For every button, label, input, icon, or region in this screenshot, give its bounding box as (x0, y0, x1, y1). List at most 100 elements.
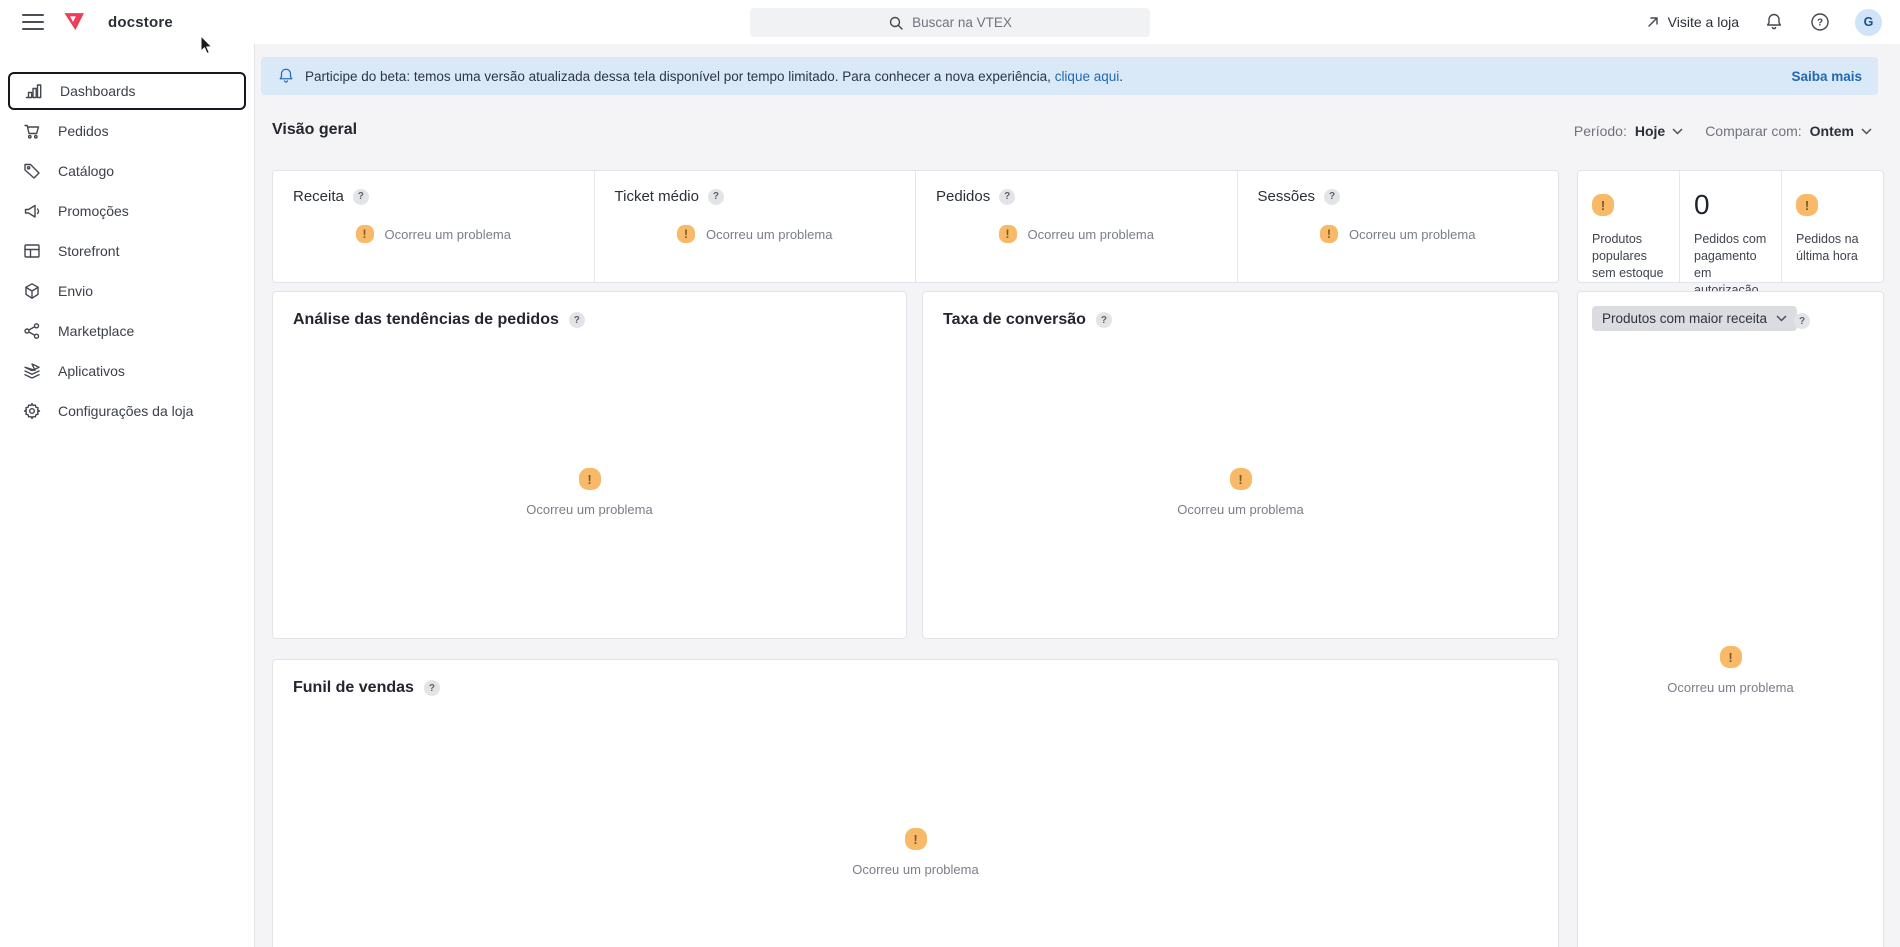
orders-trend-card: Análise das tendências de pedidos ? ! Oc… (272, 291, 907, 639)
store-name: docstore (108, 14, 173, 31)
cart-icon (22, 121, 42, 141)
user-avatar[interactable]: G (1855, 9, 1882, 36)
banner-message: Participe do beta: temos uma versão atua… (305, 69, 1123, 84)
arrow-up-right-icon (1646, 15, 1660, 29)
chart-title: Análise das tendências de pedidos (293, 311, 559, 329)
sidebar-item-label: Envio (58, 283, 93, 299)
layers-icon (22, 361, 42, 381)
page-title: Visão geral (272, 121, 357, 139)
warning-icon: ! (1592, 194, 1614, 216)
chart-error-state: ! Ocorreu um problema (923, 468, 1558, 517)
metric-title: Sessões (1258, 188, 1316, 205)
beta-banner: Participe do beta: temos uma versão atua… (261, 57, 1878, 95)
chart-title: Taxa de conversão (943, 311, 1086, 329)
hamburger-menu-icon[interactable] (22, 14, 44, 30)
help-icon[interactable]: ? (999, 189, 1015, 205)
chart-error-state: ! Ocorreu um problema (273, 468, 906, 517)
help-icon[interactable]: ? (1794, 313, 1810, 329)
chart-title: Funil de vendas (293, 679, 414, 697)
error-message: Ocorreu um problema (526, 502, 652, 517)
question-circle-icon: ? (1810, 12, 1830, 32)
help-icon[interactable]: ? (1324, 189, 1340, 205)
sidebar-item-label: Dashboards (60, 83, 136, 99)
search-icon (888, 15, 904, 31)
sidebar-item-label: Catálogo (58, 163, 114, 179)
notifications-button[interactable] (1763, 11, 1785, 33)
warning-icon: ! (677, 225, 695, 243)
topbar-actions: Visite a loja ? G (1646, 0, 1882, 44)
period-label: Período: (1574, 123, 1627, 139)
quick-stats-card: ! Produtos populares sem estoque 0 Pedid… (1577, 170, 1884, 283)
sidebar-item-label: Aplicativos (58, 363, 125, 379)
chart-error-state: ! Ocorreu um problema (1578, 646, 1883, 695)
storefront-icon (22, 241, 42, 261)
error-message: Ocorreu um problema (1667, 680, 1793, 695)
help-icon[interactable]: ? (353, 189, 369, 205)
bar-chart-icon (24, 81, 44, 101)
sidebar-item-envio[interactable]: Envio (8, 272, 246, 310)
warning-icon: ! (1720, 646, 1742, 668)
topbar: docstore Buscar na VTEX Visite a loja ? … (0, 0, 1900, 44)
package-icon (22, 281, 42, 301)
warning-icon: ! (356, 225, 374, 243)
error-message: Ocorreu um problema (1028, 227, 1154, 242)
sidebar-item-marketplace[interactable]: Marketplace (8, 312, 246, 350)
sidebar-item-label: Marketplace (58, 323, 134, 339)
period-value: Hoje (1635, 123, 1665, 139)
stat-pedidos-autorizacao[interactable]: 0 Pedidos com pagamento em autorização (1679, 171, 1781, 282)
help-icon[interactable]: ? (708, 189, 724, 205)
chevron-down-icon (1776, 315, 1787, 322)
metric-receita: Receita ? ! Ocorreu um problema (273, 171, 594, 282)
sidebar-item-configuracoes[interactable]: Configurações da loja (8, 392, 246, 430)
visit-store-label: Visite a loja (1668, 14, 1739, 30)
help-icon[interactable]: ? (1096, 312, 1112, 328)
warning-icon: ! (1230, 468, 1252, 490)
help-icon[interactable]: ? (569, 312, 585, 328)
error-message: Ocorreu um problema (706, 227, 832, 242)
error-message: Ocorreu um problema (385, 227, 511, 242)
help-icon[interactable]: ? (424, 680, 440, 696)
stat-produtos-sem-estoque[interactable]: ! Produtos populares sem estoque (1578, 171, 1679, 282)
search-input[interactable]: Buscar na VTEX (750, 8, 1150, 37)
metric-pedidos: Pedidos ? ! Ocorreu um problema (915, 171, 1237, 282)
stat-pedidos-ultima-hora[interactable]: ! Pedidos na última hora (1781, 171, 1883, 282)
sidebar-item-label: Storefront (58, 243, 119, 259)
metrics-card: Receita ? ! Ocorreu um problema Ticket m… (272, 170, 1559, 283)
sidebar-item-catalogo[interactable]: Catálogo (8, 152, 246, 190)
sidebar-item-promocoes[interactable]: Promoções (8, 192, 246, 230)
metric-ticket-medio: Ticket médio ? ! Ocorreu um problema (594, 171, 916, 282)
vtex-logo-icon[interactable] (62, 9, 88, 35)
top-products-select-value: Produtos com maior receita (1602, 311, 1767, 326)
sidebar-item-pedidos[interactable]: Pedidos (8, 112, 246, 150)
sidebar-item-dashboards[interactable]: Dashboards (8, 72, 246, 110)
stat-label: Produtos populares sem estoque (1592, 231, 1667, 282)
search-placeholder: Buscar na VTEX (912, 15, 1012, 30)
warning-icon: ! (999, 225, 1017, 243)
period-select[interactable]: Hoje (1635, 123, 1683, 139)
stat-label: Pedidos com pagamento em autorização (1694, 231, 1769, 299)
megaphone-icon (22, 201, 42, 221)
top-products-select[interactable]: Produtos com maior receita (1592, 306, 1797, 331)
compare-select[interactable]: Ontem (1810, 123, 1872, 139)
sidebar-item-aplicativos[interactable]: Aplicativos (8, 352, 246, 390)
warning-icon: ! (905, 828, 927, 850)
banner-click-here-link[interactable]: clique aqui (1055, 69, 1120, 84)
help-button[interactable]: ? (1809, 11, 1831, 33)
sidebar-item-storefront[interactable]: Storefront (8, 232, 246, 270)
chevron-down-icon (1672, 128, 1683, 135)
period-controls: Período: Hoje Comparar com: Ontem (1574, 123, 1872, 139)
metric-title: Ticket médio (615, 188, 699, 205)
banner-message-prefix: Participe do beta: temos uma versão atua… (305, 69, 1055, 84)
sidebar-item-label: Promoções (58, 203, 129, 219)
error-message: Ocorreu um problema (1177, 502, 1303, 517)
top-products-card: Produtos com maior receita ? ! Ocorreu u… (1577, 291, 1884, 947)
warning-icon: ! (579, 468, 601, 490)
sidebar-item-label: Configurações da loja (58, 403, 193, 419)
sales-funnel-card: Funil de vendas ? ! Ocorreu um problema (272, 659, 1559, 947)
visit-store-link[interactable]: Visite a loja (1646, 14, 1739, 30)
banner-learn-more-link[interactable]: Saiba mais (1791, 69, 1862, 84)
sidebar: Dashboards Pedidos Catálogo Promoçõ (0, 44, 255, 947)
gear-icon (22, 401, 42, 421)
warning-icon: ! (1320, 225, 1338, 243)
banner-message-suffix: . (1119, 69, 1123, 84)
